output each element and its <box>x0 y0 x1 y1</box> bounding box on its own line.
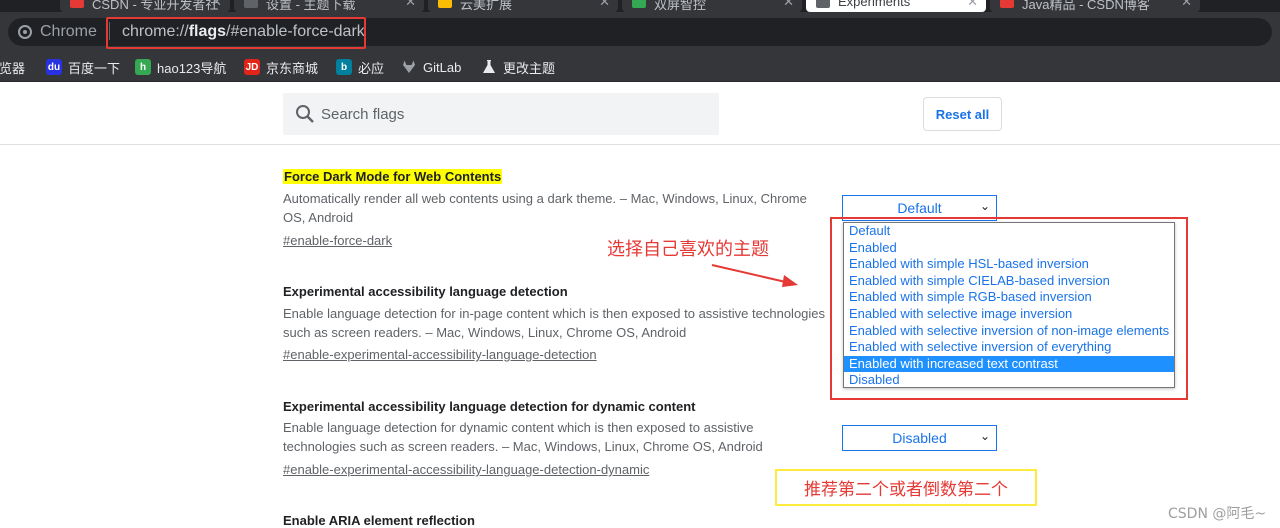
close-icon[interactable]: ✕ <box>1181 0 1192 10</box>
flask-favicon-icon <box>816 0 830 8</box>
dropdown-annotation-box <box>830 217 1188 400</box>
flag-anchor-link[interactable]: #enable-experimental-accessibility-langu… <box>283 347 597 362</box>
tab-title: Experiments <box>838 0 911 9</box>
close-icon[interactable]: ✕ <box>599 0 610 10</box>
recommend-annotation: 推荐第二个或者倒数第二个 <box>804 480 1008 500</box>
tab-java[interactable]: Java精品 - CSDN博客 ✕ <box>990 0 1200 12</box>
close-icon[interactable]: ✕ <box>211 0 222 10</box>
url-annotation-box <box>106 17 366 49</box>
bookmark-gitlab[interactable]: GitLab <box>401 58 461 76</box>
bookmark-jd[interactable]: JD 京东商城 <box>244 58 318 76</box>
flag-description: Automatically render all web contents us… <box>283 191 807 225</box>
flag-title: Experimental accessibility language dete… <box>283 399 696 414</box>
flags-page: Reset all Force Dark Mode for Web Conten… <box>0 83 1280 528</box>
flag-anchor-link[interactable]: #enable-experimental-accessibility-langu… <box>283 462 649 477</box>
extension-favicon-icon <box>438 0 452 8</box>
chrome-site-icon[interactable] <box>18 25 32 39</box>
flag-title: Enable ARIA element reflection <box>283 513 475 528</box>
close-icon[interactable]: ✕ <box>405 0 416 10</box>
search-icon <box>296 105 314 123</box>
close-icon[interactable]: ✕ <box>967 0 978 10</box>
flag-description: Enable language detection for dynamic co… <box>283 420 763 454</box>
chevron-down-icon: ⌄ <box>979 429 990 443</box>
flag-description: Enable language detection for in-page co… <box>283 306 826 340</box>
search-box[interactable] <box>283 93 719 135</box>
tab-experiments[interactable]: Experiments ✕ <box>806 0 986 12</box>
csdn-watermark: CSDN @阿毛~ <box>1168 506 1267 522</box>
bookmark-bing[interactable]: b 必应 <box>336 58 384 76</box>
gitlab-icon <box>401 59 417 75</box>
header-divider <box>0 144 1280 145</box>
tab-csdn[interactable]: CSDN - 专业开发者社 ✕ <box>60 0 230 12</box>
chevron-down-icon: ⌄ <box>979 199 990 213</box>
tab-title: 设置 - 主题下载 <box>266 0 356 12</box>
gear-icon <box>244 0 258 8</box>
tab-strip: CSDN - 专业开发者社 ✕ 设置 - 主题下载 ✕ 云美扩展 ✕ 双屏智控 … <box>0 0 1280 12</box>
bookmark-baidu[interactable]: du 百度一下 <box>46 58 120 76</box>
csdn-favicon-icon <box>1000 0 1014 8</box>
language-detection-dynamic-select[interactable]: Disabled ⌄ <box>842 425 997 451</box>
tab-settings[interactable]: 设置 - 主题下载 ✕ <box>234 0 424 12</box>
annotation-arrow-icon <box>711 264 798 287</box>
baidu-icon: du <box>46 59 62 75</box>
tab-title: 云美扩展 <box>460 0 513 12</box>
tab-title: Java精品 - CSDN博客 <box>1022 0 1150 12</box>
tab-screen[interactable]: 双屏智控 ✕ <box>622 0 802 12</box>
site-label: Chrome <box>40 23 97 40</box>
flag-title: Force Dark Mode for Web Contents <box>283 169 503 184</box>
reset-all-button[interactable]: Reset all <box>923 97 1002 131</box>
tab-extension[interactable]: 云美扩展 ✕ <box>428 0 618 12</box>
tab-title: 双屏智控 <box>654 0 707 12</box>
flask-icon <box>481 59 497 75</box>
flag-anchor-link[interactable]: #enable-force-dark <box>283 233 392 248</box>
jd-icon: JD <box>244 59 260 75</box>
bookmark-browser[interactable]: 浏览器 <box>0 58 25 76</box>
csdn-favicon-icon <box>70 0 84 8</box>
bing-icon: b <box>336 59 352 75</box>
bookmark-theme[interactable]: 更改主题 <box>481 58 555 76</box>
search-input[interactable] <box>321 93 711 135</box>
bookmarks-bar: 浏览器 du 百度一下 h hao123导航 JD 京东商城 b 必应 GitL… <box>0 52 1280 82</box>
screen-favicon-icon <box>632 0 646 8</box>
tab-title: CSDN - 专业开发者社 <box>92 0 219 12</box>
flag-title: Experimental accessibility language dete… <box>283 284 568 299</box>
close-icon[interactable]: ✕ <box>783 0 794 10</box>
hao123-icon: h <box>135 59 151 75</box>
recommend-annotation-box: 推荐第二个或者倒数第二个 <box>775 469 1037 506</box>
bookmark-hao123[interactable]: h hao123导航 <box>135 58 226 76</box>
